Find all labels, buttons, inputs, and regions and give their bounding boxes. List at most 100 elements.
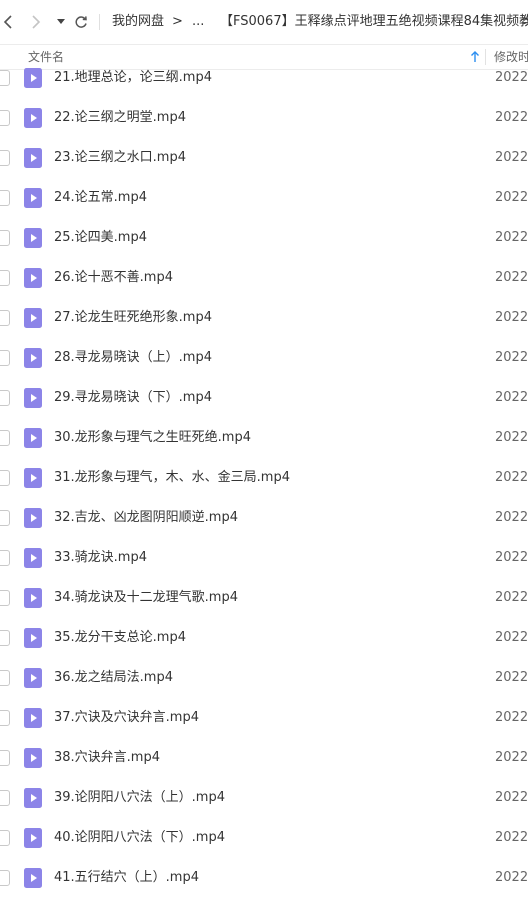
video-file-icon [24,348,42,368]
row-checkbox[interactable] [0,830,10,846]
file-row[interactable]: 24.论五常.mp4 2022- [0,178,528,218]
row-checkbox[interactable] [0,790,10,806]
file-row[interactable]: 28.寻龙易晓诀（上）.mp4 2022- [0,338,528,378]
row-checkbox[interactable] [0,630,10,646]
file-name[interactable]: 24.论五常.mp4 [54,190,147,206]
sort-ascending-icon[interactable] [470,50,480,64]
column-header-modified[interactable]: 修改时 [494,45,528,69]
back-button[interactable] [0,0,16,44]
video-file-icon [24,108,42,128]
file-name[interactable]: 26.论十恶不善.mp4 [54,270,173,286]
file-name[interactable]: 38.穴诀弁言.mp4 [54,750,160,766]
caret-down-icon [57,19,65,24]
row-checkbox[interactable] [0,750,10,766]
file-name[interactable]: 33.骑龙诀.mp4 [54,550,147,566]
file-modified-date: 2022- [495,190,528,205]
video-file-icon [24,868,42,888]
chevron-left-icon [3,15,12,29]
video-file-icon [24,628,42,648]
row-checkbox[interactable] [0,70,10,86]
file-name[interactable]: 29.寻龙易晓诀（下）.mp4 [54,390,212,406]
row-checkbox[interactable] [0,510,10,526]
file-row[interactable]: 39.论阴阳八穴法（上）.mp4 2022- [0,778,528,818]
row-checkbox[interactable] [0,350,10,366]
column-header-filename[interactable]: 文件名 [28,45,64,69]
video-file-icon [24,388,42,408]
file-name[interactable]: 23.论三纲之水口.mp4 [54,150,186,166]
chevron-right-icon [32,15,41,29]
file-row[interactable]: 34.骑龙诀及十二龙理气歌.mp4 2022- [0,578,528,618]
video-file-icon [24,788,42,808]
breadcrumb-root[interactable]: 我的网盘 [112,0,164,44]
file-row[interactable]: 31.龙形象与理气，木、水、金三局.mp4 2022- [0,458,528,498]
file-modified-date: 2022- [495,430,528,445]
row-checkbox[interactable] [0,710,10,726]
file-name[interactable]: 35.龙分干支总论.mp4 [54,630,186,646]
file-row[interactable]: 23.论三纲之水口.mp4 2022- [0,138,528,178]
file-name[interactable]: 34.骑龙诀及十二龙理气歌.mp4 [54,590,238,606]
row-checkbox[interactable] [0,310,10,326]
row-checkbox[interactable] [0,390,10,406]
row-checkbox[interactable] [0,670,10,686]
video-file-icon [24,188,42,208]
file-row[interactable]: 30.龙形象与理气之生旺死绝.mp4 2022- [0,418,528,458]
file-row[interactable]: 29.寻龙易晓诀（下）.mp4 2022- [0,378,528,418]
file-name[interactable]: 22.论三纲之明堂.mp4 [54,110,186,126]
toolbar-divider [99,14,100,30]
row-checkbox[interactable] [0,150,10,166]
file-name[interactable]: 39.论阴阳八穴法（上）.mp4 [54,790,225,806]
row-checkbox[interactable] [0,550,10,566]
file-modified-date: 2022- [495,230,528,245]
file-name[interactable]: 31.龙形象与理气，木、水、金三局.mp4 [54,470,290,486]
file-modified-date: 2022- [495,310,528,325]
row-checkbox[interactable] [0,190,10,206]
video-file-icon [24,828,42,848]
file-row[interactable]: 32.吉龙、凶龙图阴阳顺逆.mp4 2022- [0,498,528,538]
file-row[interactable]: 37.穴诀及穴诀弁言.mp4 2022- [0,698,528,738]
video-file-icon [24,468,42,488]
file-name[interactable]: 37.穴诀及穴诀弁言.mp4 [54,710,199,726]
row-checkbox[interactable] [0,590,10,606]
file-modified-date: 2022- [495,470,528,485]
file-row[interactable]: 38.穴诀弁言.mp4 2022- [0,738,528,778]
file-name[interactable]: 28.寻龙易晓诀（上）.mp4 [54,350,212,366]
file-row[interactable]: 35.龙分干支总论.mp4 2022- [0,618,528,658]
file-name[interactable]: 32.吉龙、凶龙图阴阳顺逆.mp4 [54,510,238,526]
file-name[interactable]: 40.论阴阳八穴法（下）.mp4 [54,830,225,846]
column-divider[interactable] [485,49,486,65]
file-row[interactable]: 33.骑龙诀.mp4 2022- [0,538,528,578]
file-name[interactable]: 25.论四美.mp4 [54,230,147,246]
breadcrumb-ellipsis[interactable]: ... [192,0,204,44]
file-name[interactable]: 30.龙形象与理气之生旺死绝.mp4 [54,430,251,446]
file-modified-date: 2022- [495,630,528,645]
file-name[interactable]: 21.地理总论，论三纲.mp4 [54,70,212,86]
file-row[interactable]: 26.论十恶不善.mp4 2022- [0,258,528,298]
file-name[interactable]: 27.论龙生旺死绝形象.mp4 [54,310,212,326]
refresh-button[interactable] [72,0,90,44]
row-checkbox[interactable] [0,430,10,446]
video-file-icon [24,308,42,328]
video-file-icon [24,548,42,568]
file-row[interactable]: 36.龙之结局法.mp4 2022- [0,658,528,698]
file-row[interactable]: 21.地理总论，论三纲.mp4 2022- [0,68,528,98]
row-checkbox[interactable] [0,870,10,886]
file-name[interactable]: 36.龙之结局法.mp4 [54,670,173,686]
history-dropdown-button[interactable] [54,0,68,44]
file-modified-date: 2022- [495,710,528,725]
forward-button[interactable] [28,0,44,44]
file-row[interactable]: 40.论阴阳八穴法（下）.mp4 2022- [0,818,528,858]
file-row[interactable]: 41.五行结穴（上）.mp4 2022- [0,858,528,898]
breadcrumb-trailing-separator: > [522,14,528,29]
file-modified-date: 2022- [495,150,528,165]
file-name[interactable]: 41.五行结穴（上）.mp4 [54,870,199,886]
file-row[interactable]: 25.论四美.mp4 2022- [0,218,528,258]
file-row[interactable]: 27.论龙生旺死绝形象.mp4 2022- [0,298,528,338]
file-modified-date: 2022- [495,830,528,845]
breadcrumb-current[interactable]: 【FS0067】王释缘点评地理五绝视频课程84集视频教程 [220,0,528,44]
row-checkbox[interactable] [0,110,10,126]
file-row[interactable]: 22.论三纲之明堂.mp4 2022- [0,98,528,138]
row-checkbox[interactable] [0,270,10,286]
file-modified-date: 2022- [495,870,528,885]
row-checkbox[interactable] [0,470,10,486]
row-checkbox[interactable] [0,230,10,246]
